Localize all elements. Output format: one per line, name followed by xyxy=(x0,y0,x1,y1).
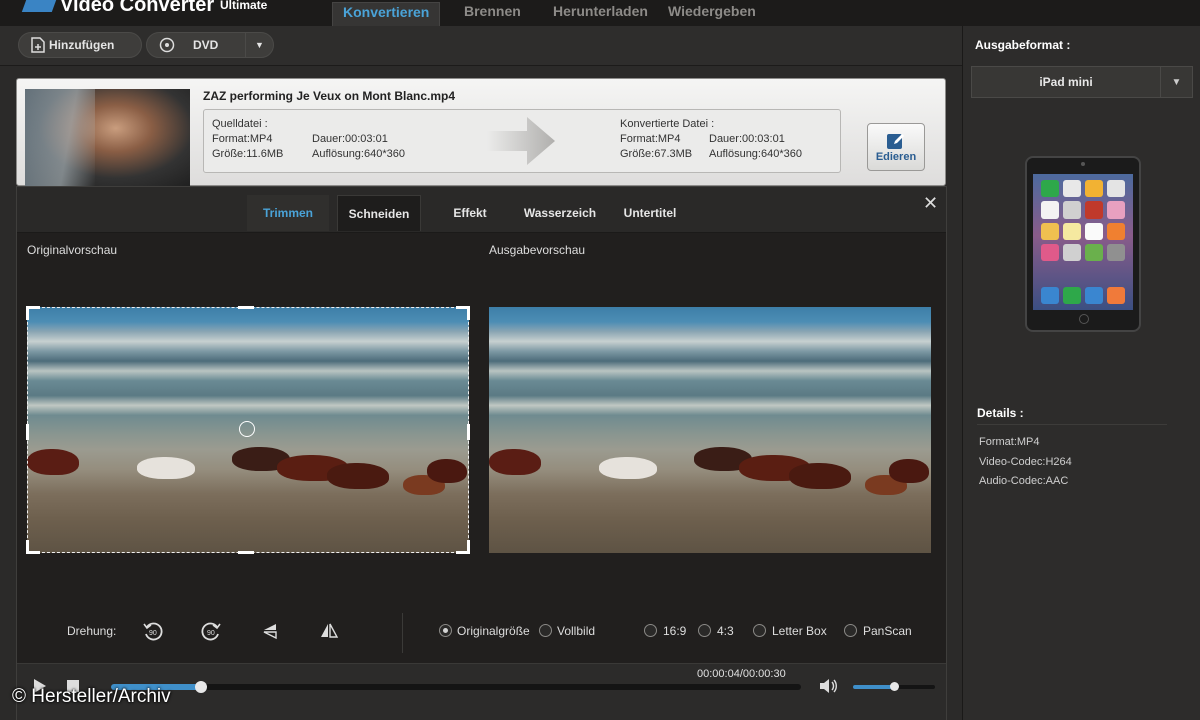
converted-format: Format:MP4 xyxy=(620,133,681,145)
tab-untertitel[interactable]: Untertitel xyxy=(613,195,687,231)
dvd-label: DVD xyxy=(193,38,219,52)
app-edition: Ultimate xyxy=(220,0,268,12)
converted-size: Größe:67.3MB xyxy=(620,148,693,160)
radio-16-9[interactable] xyxy=(644,624,657,637)
original-preview-label: Originalvorschau xyxy=(27,243,118,257)
toolbar: Hinzufügen DVD ▼ xyxy=(0,26,962,66)
source-format: Format:MP4 xyxy=(212,133,273,145)
editor-tab-bar: Trimmen Schneiden Effekt Wasserzeich Unt… xyxy=(17,187,946,233)
controls-divider xyxy=(402,613,403,653)
ipad-mini-device-icon xyxy=(1025,156,1141,332)
edit-dialog: Trimmen Schneiden Effekt Wasserzeich Unt… xyxy=(16,186,947,720)
app-logo-icon xyxy=(21,0,57,12)
radio-4-3[interactable] xyxy=(698,624,711,637)
add-file-button[interactable]: Hinzufügen xyxy=(18,32,142,58)
crop-center-crosshair-icon[interactable] xyxy=(239,421,255,437)
output-preview-video xyxy=(489,307,931,553)
volume-level xyxy=(853,685,894,689)
details-divider xyxy=(977,424,1167,425)
tab-wasserzeichen[interactable]: Wasserzeich xyxy=(515,195,605,231)
tab-konvertieren[interactable]: Konvertieren xyxy=(332,2,441,26)
rotate-left-90-icon[interactable]: 90 xyxy=(139,617,167,645)
aspect-4-3-label[interactable]: 4:3 xyxy=(717,624,734,638)
volume-icon[interactable] xyxy=(819,678,839,694)
device-screen xyxy=(1033,174,1133,310)
flip-horizontal-icon[interactable] xyxy=(257,617,285,645)
close-icon[interactable]: ✕ xyxy=(923,193,938,214)
chevron-down-icon[interactable]: ▼ xyxy=(1160,67,1192,97)
tab-schneiden[interactable]: Schneiden xyxy=(337,195,421,231)
tab-herunterladen[interactable]: Herunterladen xyxy=(543,2,658,26)
video-thumbnail[interactable] xyxy=(25,89,190,187)
source-resolution: Auflösung:640*360 xyxy=(312,148,405,160)
file-list-item[interactable]: ZAZ performing Je Veux on Mont Blanc.mp4… xyxy=(16,78,946,187)
radio-panscan[interactable] xyxy=(844,624,857,637)
svg-text:90: 90 xyxy=(149,630,157,637)
flip-vertical-icon[interactable] xyxy=(315,617,343,645)
rotation-label: Drehung: xyxy=(67,624,117,638)
tab-brennen[interactable]: Brennen xyxy=(454,2,531,26)
playback-time: 00:00:04/00:00:30 xyxy=(697,668,786,680)
rotate-right-90-icon[interactable]: 90 xyxy=(197,617,225,645)
edit-pencil-icon xyxy=(887,134,904,149)
output-format-label: Ausgabeformat : xyxy=(975,38,1071,52)
title-bar: Video Converter Ultimate Konvertieren Br… xyxy=(0,0,1200,26)
converted-heading: Konvertierte Datei : xyxy=(620,118,715,130)
edit-button[interactable]: Edieren xyxy=(867,123,925,171)
add-file-label: Hinzufügen xyxy=(49,38,115,52)
volume-handle[interactable] xyxy=(890,682,899,691)
file-name: ZAZ performing Je Veux on Mont Blanc.mp4 xyxy=(203,89,456,103)
output-preview-label: Ausgabevorschau xyxy=(489,243,586,257)
converted-resolution: Auflösung:640*360 xyxy=(709,148,802,160)
seek-handle[interactable] xyxy=(194,681,207,693)
edit-label: Edieren xyxy=(875,151,917,163)
details-label: Details : xyxy=(977,406,1024,420)
radio-fullscreen[interactable] xyxy=(539,624,552,637)
detail-video-codec: Video-Codec:H264 xyxy=(979,456,1072,468)
app-title: Video Converter xyxy=(60,0,215,16)
output-format-value: iPad mini xyxy=(1039,75,1093,89)
tab-wiedergeben[interactable]: Wiedergeben xyxy=(658,2,766,26)
dvd-icon xyxy=(159,37,175,53)
add-file-icon xyxy=(31,37,45,53)
tab-effekt[interactable]: Effekt xyxy=(437,195,503,231)
panscan-label[interactable]: PanScan xyxy=(863,624,912,638)
dvd-button[interactable]: DVD ▼ xyxy=(146,32,274,58)
copyright-watermark: © Hersteller/Archiv xyxy=(12,686,171,707)
volume-slider[interactable] xyxy=(853,682,935,691)
tab-trimmen[interactable]: Trimmen xyxy=(247,195,329,231)
seek-slider[interactable] xyxy=(111,681,801,693)
output-format-panel: Ausgabeformat : iPad mini ▼ Details : Fo… xyxy=(962,26,1200,720)
detail-audio-codec: Audio-Codec:AAC xyxy=(979,475,1069,487)
dvd-dropdown-chevron-icon[interactable]: ▼ xyxy=(245,33,273,57)
home-button-icon xyxy=(1079,314,1089,324)
fullscreen-label[interactable]: Vollbild xyxy=(557,624,595,638)
transform-controls: Drehung: 90 90 Originalgröße Vollbild 16… xyxy=(17,607,946,655)
detail-format: Format:MP4 xyxy=(979,436,1040,448)
camera-dot-icon xyxy=(1081,162,1085,166)
svg-text:90: 90 xyxy=(207,630,215,637)
source-duration: Dauer:00:03:01 xyxy=(312,133,388,145)
aspect-16-9-label[interactable]: 16:9 xyxy=(663,624,686,638)
letter-box-label[interactable]: Letter Box xyxy=(772,624,827,638)
source-heading: Quelldatei : xyxy=(212,118,268,130)
convert-arrow-icon xyxy=(487,117,555,165)
source-size: Größe:11.6MB xyxy=(212,148,284,160)
radio-letter-box[interactable] xyxy=(753,624,766,637)
radio-original-size[interactable] xyxy=(439,624,452,637)
original-size-label[interactable]: Originalgröße xyxy=(457,624,530,638)
converted-duration: Dauer:00:03:01 xyxy=(709,133,785,145)
output-format-select[interactable]: iPad mini ▼ xyxy=(971,66,1193,98)
